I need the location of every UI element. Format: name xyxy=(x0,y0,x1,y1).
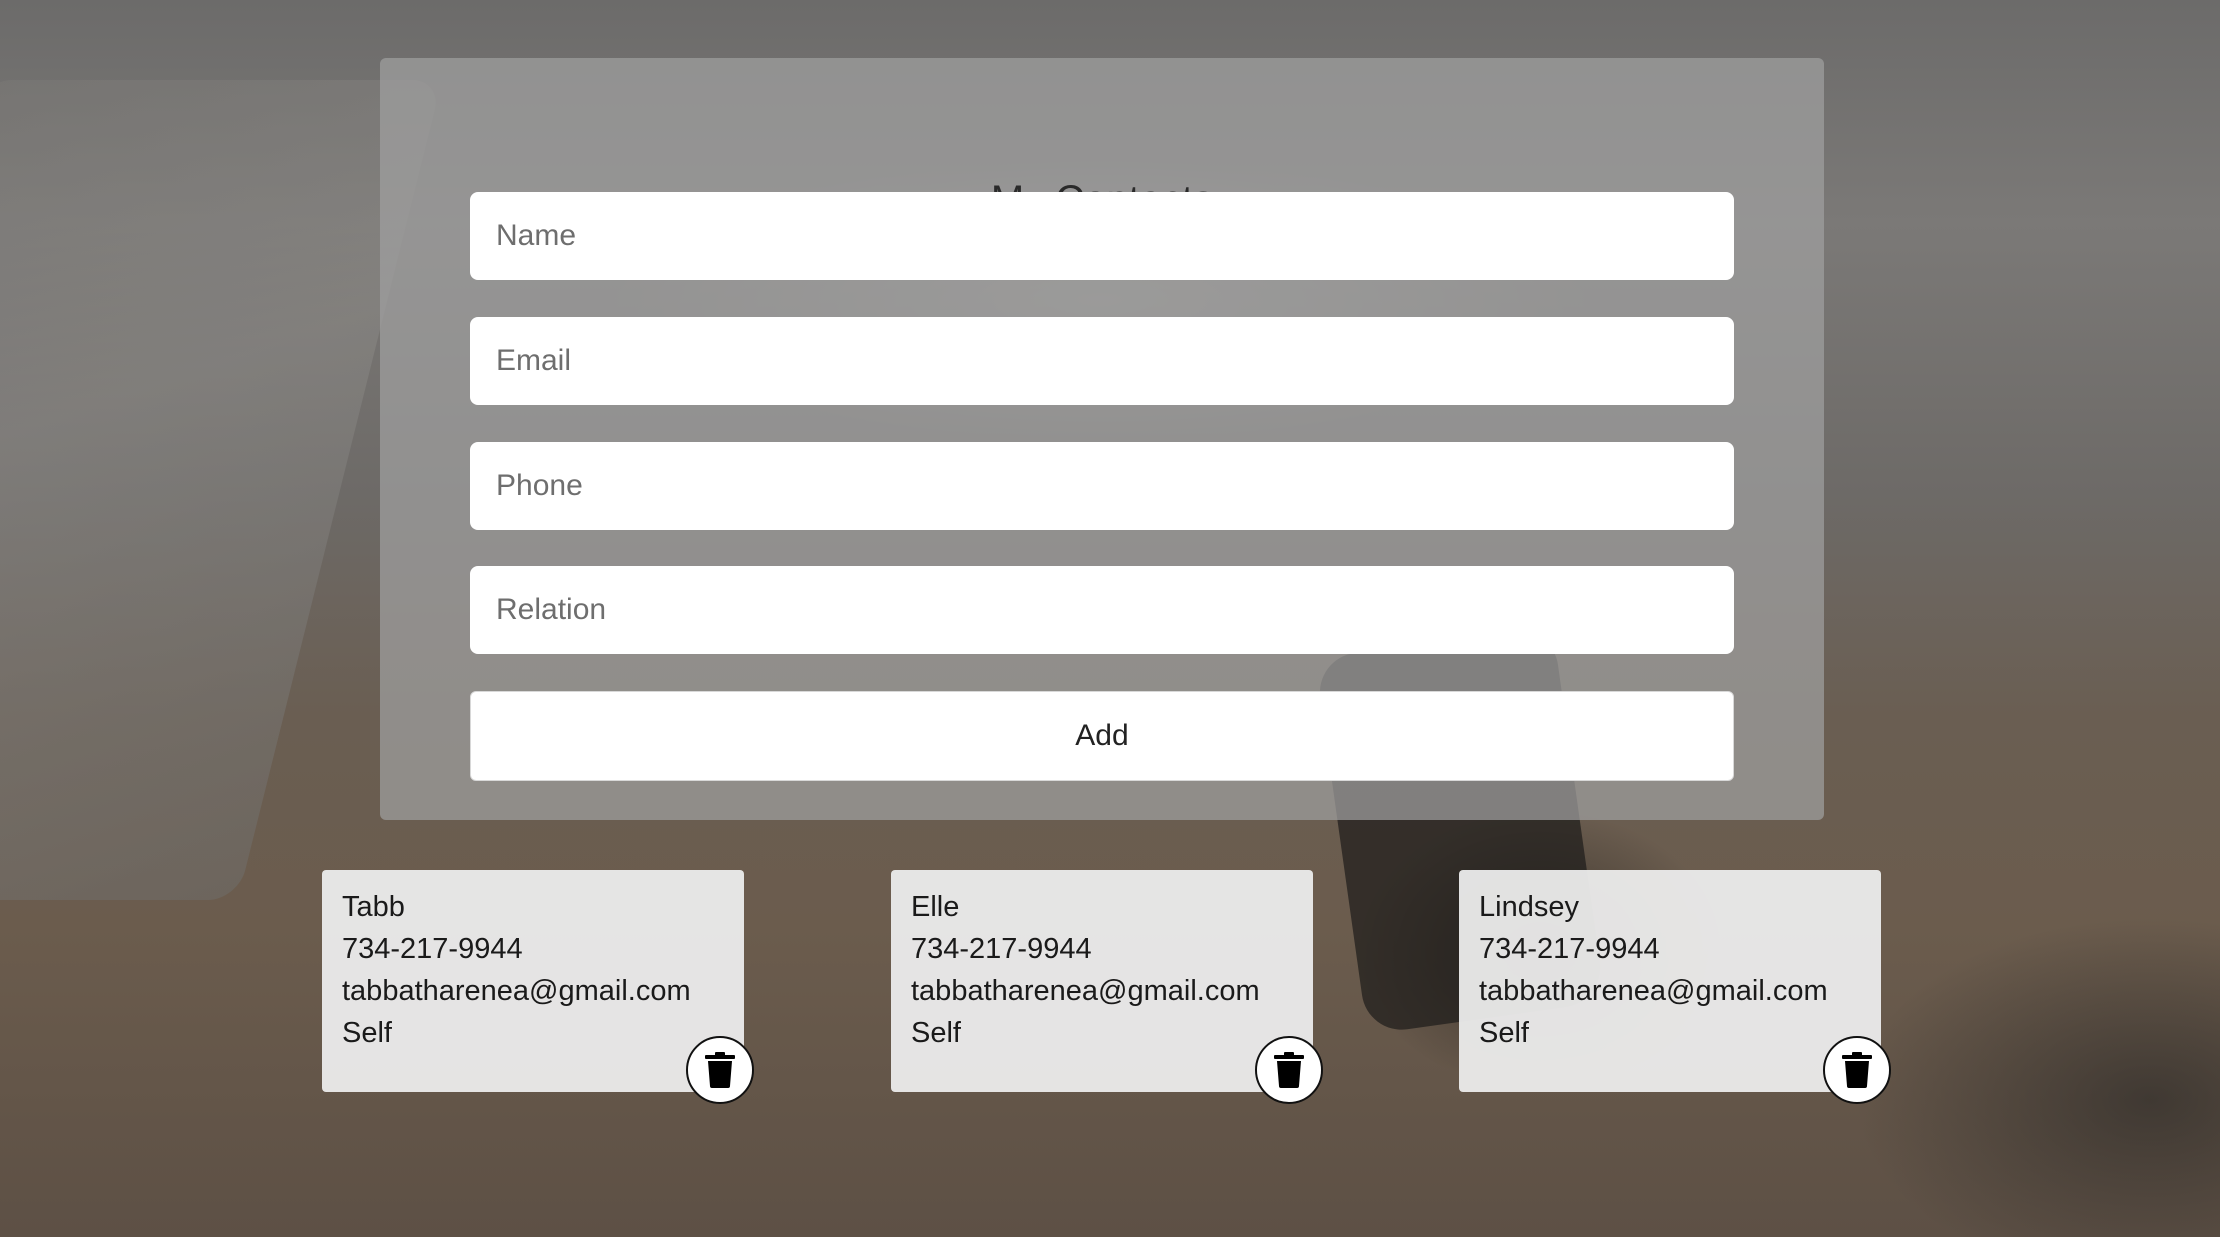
contact-card: Tabb 734-217-9944 tabbatharenea@gmail.co… xyxy=(322,870,754,1104)
phone-input[interactable] xyxy=(470,442,1734,530)
contact-name: Tabb xyxy=(342,891,405,923)
trash-icon xyxy=(1842,1052,1872,1088)
name-input[interactable] xyxy=(470,192,1734,280)
email-input[interactable] xyxy=(470,317,1734,405)
contact-relation: Self xyxy=(1479,1017,1529,1049)
contact-card: Lindsey 734-217-9944 tabbatharenea@gmail… xyxy=(1459,870,1891,1104)
contact-name: Lindsey xyxy=(1479,891,1579,923)
contact-form-panel: My Contacts Add xyxy=(380,58,1824,820)
trash-icon xyxy=(705,1052,735,1088)
contact-name: Elle xyxy=(911,891,960,923)
contact-phone: 734-217-9944 xyxy=(911,933,1092,965)
contact-relation: Self xyxy=(342,1017,392,1049)
contact-relation: Self xyxy=(911,1017,961,1049)
delete-contact-button[interactable] xyxy=(686,1036,754,1104)
trash-icon xyxy=(1274,1052,1304,1088)
contact-email: tabbatharenea@gmail.com xyxy=(1479,975,1828,1007)
contact-phone: 734-217-9944 xyxy=(1479,933,1660,965)
contact-email: tabbatharenea@gmail.com xyxy=(911,975,1260,1007)
delete-contact-button[interactable] xyxy=(1823,1036,1891,1104)
delete-contact-button[interactable] xyxy=(1255,1036,1323,1104)
contact-phone: 734-217-9944 xyxy=(342,933,523,965)
contact-card: Elle 734-217-9944 tabbatharenea@gmail.co… xyxy=(891,870,1323,1104)
contact-email: tabbatharenea@gmail.com xyxy=(342,975,691,1007)
relation-input[interactable] xyxy=(470,566,1734,654)
add-button[interactable]: Add xyxy=(470,691,1734,781)
